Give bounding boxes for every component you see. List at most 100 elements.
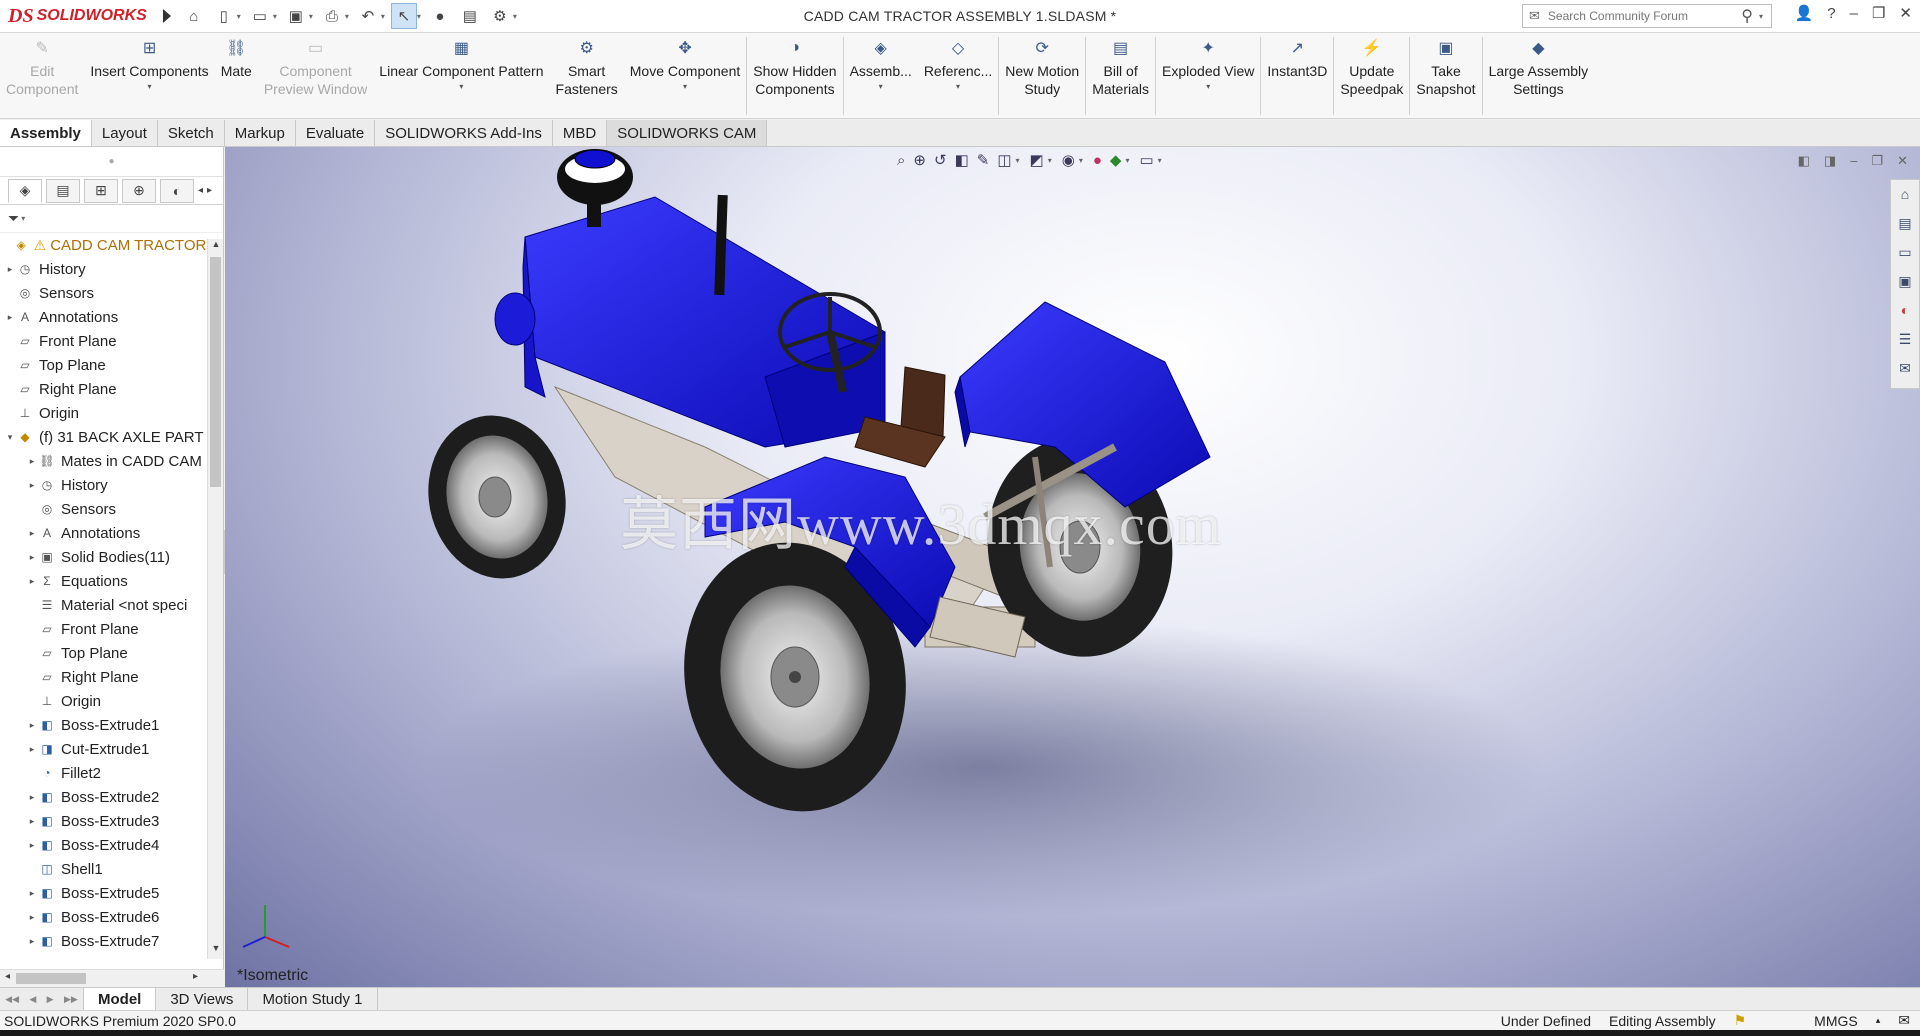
expand-toggle-icon[interactable]: ▸ [26,912,38,923]
tile-view-icon[interactable]: ◨ [1824,153,1836,169]
insert-components-button[interactable]: ⊞ Insert Components ▾ [84,33,214,117]
bottom-tab-motion-study-1[interactable]: Motion Study 1 [248,988,378,1010]
expand-toggle-icon[interactable]: ▸ [26,888,38,899]
tree-item[interactable]: ▱ Right Plane [0,377,223,401]
chevron-down-icon[interactable]: ▾ [345,12,349,21]
forum-icon[interactable]: ✉ [1894,358,1916,378]
chevron-down-icon[interactable]: ▾ [683,82,687,91]
tree-vertical-scrollbar[interactable]: ▲ ▼ [207,239,223,959]
next-tab-icon[interactable]: ▶ [47,994,54,1005]
chevron-down-icon[interactable]: ▾ [148,82,152,91]
open-folder-icon[interactable]: ▭ [247,3,273,29]
tree-item[interactable]: ▸ ◧ Boss-Extrude3 [0,809,223,833]
tree-item[interactable]: ▸ A Annotations [0,521,223,545]
linear-pattern-button[interactable]: ▦ Linear Component Pattern ▾ [373,33,549,117]
tree-item[interactable]: ▱ Top Plane [0,641,223,665]
tooltip-toggle-icon[interactable]: ✉ [1898,1012,1910,1029]
prev-tab-icon[interactable]: ◀ [29,994,36,1005]
filter-icon[interactable]: ⏷ [8,210,19,227]
menu-expand-arrow-icon[interactable] [162,9,171,23]
viewport-minimize-icon[interactable]: – [1850,153,1857,169]
user-icon[interactable]: 👤 [1795,4,1814,22]
expand-toggle-icon[interactable]: ▸ [4,264,16,275]
chevron-down-icon[interactable]: ▾ [1158,156,1162,165]
instant3d-button[interactable]: ↗ Instant3D [1261,33,1333,117]
zoom-to-fit-icon[interactable]: ⌕ [897,152,905,169]
new-document-icon[interactable]: ▯ [211,3,237,29]
select-arrow-icon[interactable]: ↖ [390,3,417,29]
dimxpert-tab-icon[interactable]: ⊕ [122,178,156,203]
last-tab-icon[interactable]: ▶▶ [64,994,78,1005]
split-view-icon[interactable]: ◧ [1798,153,1810,169]
chevron-down-icon[interactable]: ▾ [1759,12,1763,21]
chevron-down-icon[interactable]: ▾ [1016,156,1020,165]
help-icon[interactable]: ? [1827,5,1835,22]
speedpak-button[interactable]: ⚡ Update Speedpak [1334,33,1409,117]
chevron-up-icon[interactable]: ▴ [1876,1015,1881,1026]
hide-show-items-icon[interactable]: ◉ [1062,151,1075,169]
chevron-right-icon[interactable]: ▸ [207,185,212,196]
rebuild-status-icon[interactable]: ⚑ [1734,1012,1747,1029]
tab-sketch[interactable]: Sketch [158,120,225,146]
tree-item[interactable]: ◎ Sensors [0,281,223,305]
tree-item[interactable]: ▾ ◆ (f) 31 BACK AXLE PART [0,425,223,449]
expand-toggle-icon[interactable]: ▾ [4,432,16,443]
design-library-icon[interactable]: ▤ [1894,213,1916,233]
rebuild-icon[interactable]: ● [427,3,453,29]
first-tab-icon[interactable]: ◀◀ [5,994,19,1005]
tree-item[interactable]: ▸ Σ Equations [0,569,223,593]
scroll-thumb[interactable] [16,973,86,984]
expand-toggle-icon[interactable]: ▸ [26,576,38,587]
expand-toggle-icon[interactable]: ▸ [26,816,38,827]
view-orientation-icon[interactable]: ◫ [997,151,1011,169]
tree-item[interactable]: ▸ ▣ Solid Bodies(11) [0,545,223,569]
tree-item[interactable]: ▱ Front Plane [0,617,223,641]
property-manager-tab-icon[interactable]: ▤ [46,178,80,203]
apply-scene-icon[interactable]: ◆ [1110,151,1122,169]
tree-item[interactable]: ▸ A Annotations [0,305,223,329]
chevron-down-icon[interactable]: ▾ [459,82,463,91]
expand-toggle-icon[interactable]: ▸ [4,312,16,323]
tree-item[interactable]: ▱ Top Plane [0,353,223,377]
assembly-features-button[interactable]: ◈ Assemb... ▾ [844,33,918,117]
tree-item[interactable]: ◔ Fillet2 [0,761,223,785]
chevron-down-icon[interactable]: ▾ [309,12,313,21]
chevron-down-icon[interactable]: ▾ [1206,82,1210,91]
scroll-down-icon[interactable]: ▼ [208,943,224,959]
expand-toggle-icon[interactable]: ▸ [26,792,38,803]
display-style-icon[interactable]: ◩ [1030,151,1044,169]
previous-view-icon[interactable]: ↺ [934,151,947,169]
minimize-icon[interactable]: – [1850,5,1858,22]
zoom-to-area-icon[interactable]: ⊕ [913,151,926,169]
mate-button[interactable]: ⛓ Mate [215,33,258,117]
feature-manager-tab-icon[interactable]: ◈ [8,178,42,203]
chevron-down-icon[interactable]: ▾ [21,214,25,223]
chevron-left-icon[interactable]: ◂ [198,185,203,196]
view-settings-icon[interactable]: ▭ [1139,151,1153,169]
tree-item[interactable]: ⊥ Origin [0,689,223,713]
unit-system[interactable]: MMGS [1814,1013,1858,1029]
tree-filter[interactable]: ⏷ ▾ [0,205,223,233]
chevron-down-icon[interactable]: ▾ [879,82,883,91]
large-assembly-button[interactable]: ◆ Large Assembly Settings [1483,33,1595,117]
save-icon[interactable]: ▣ [283,3,309,29]
tree-item[interactable]: ▸ ◧ Boss-Extrude6 [0,905,223,929]
view-palette-icon[interactable]: ▣ [1894,271,1916,291]
chevron-down-icon[interactable]: ▾ [513,12,517,21]
tree-item[interactable]: ◎ Sensors [0,497,223,521]
expand-toggle-icon[interactable]: ▸ [26,840,38,851]
move-component-button[interactable]: ✥ Move Component ▾ [624,33,747,117]
custom-properties-icon[interactable]: ☰ [1894,329,1916,349]
chevron-down-icon[interactable]: ▾ [1125,156,1129,165]
tree-item[interactable]: ▸ ◷ History [0,257,223,281]
panel-collapse-handle[interactable]: ● [0,147,223,177]
smart-fasteners-button[interactable]: ⚙ Smart Fasteners [550,33,624,117]
viewport-restore-icon[interactable]: ❐ [1871,153,1883,169]
reference-geometry-button[interactable]: ◇ Referenc... ▾ [918,33,998,117]
undo-icon[interactable]: ↶ [355,3,381,29]
tab-mbd[interactable]: MBD [553,120,608,146]
tab-layout[interactable]: Layout [92,120,158,146]
chevron-down-icon[interactable]: ▾ [381,12,385,21]
tree-item[interactable]: ▸ ◧ Boss-Extrude2 [0,785,223,809]
file-properties-icon[interactable]: ▤ [457,3,483,29]
